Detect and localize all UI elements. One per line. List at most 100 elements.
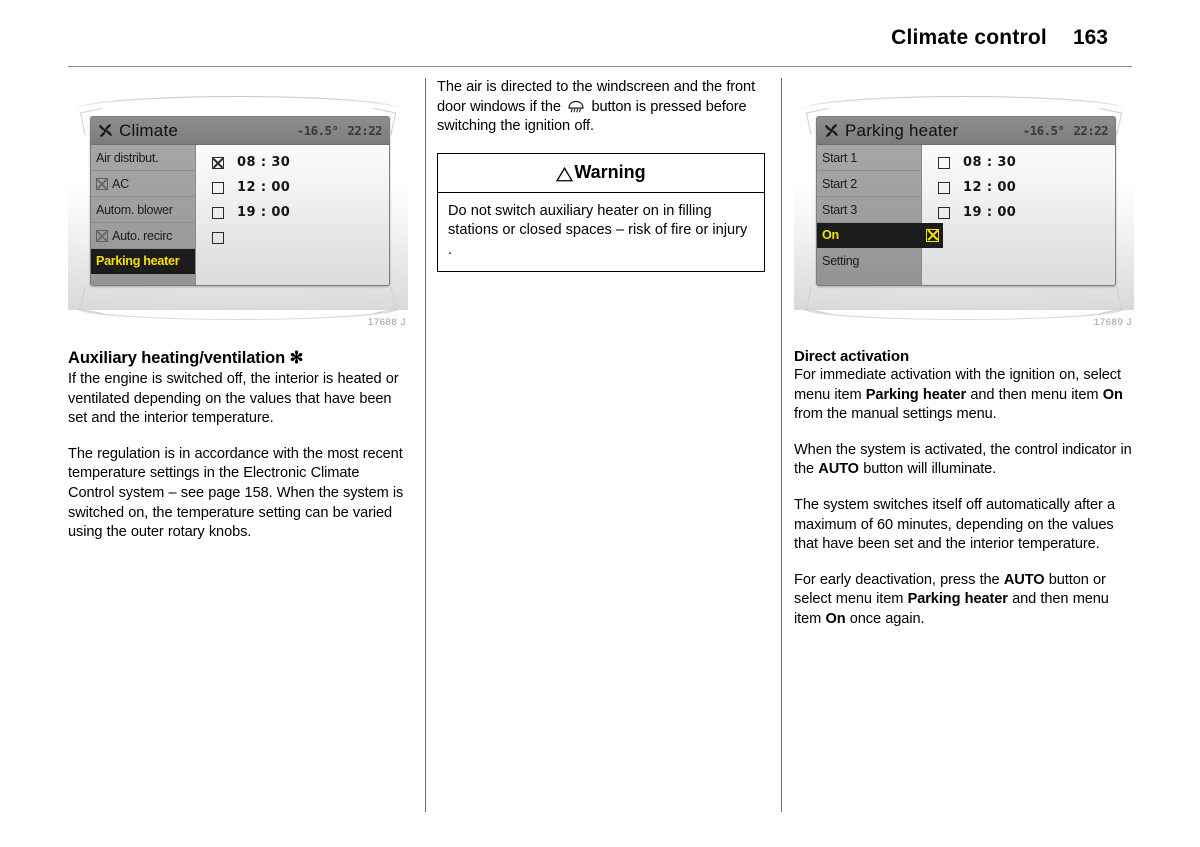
- fan-icon: [823, 122, 840, 139]
- climate-menu-list: Air distribut. AC Autom. blower Auto. re…: [91, 145, 196, 285]
- parking-heater-screen-title: Parking heater: [845, 120, 959, 140]
- timer-time: 08 : 30: [963, 155, 1017, 170]
- column-divider-2: [781, 78, 782, 812]
- menu-item-label: Setting: [822, 253, 860, 268]
- manual-page: Climate control 163 Climate -16.5° 22:22…: [0, 0, 1200, 847]
- climate-screen-body: Air distribut. AC Autom. blower Auto. re…: [91, 145, 389, 285]
- figure-corner-bottom-right: [368, 286, 397, 315]
- figure-climate-display: Climate -16.5° 22:22 Air distribut. AC A…: [68, 78, 408, 328]
- section-heading-direct-activation: Direct activation: [794, 348, 910, 365]
- climate-screen: Climate -16.5° 22:22 Air distribut. AC A…: [90, 116, 390, 286]
- menu-filler: [817, 274, 921, 285]
- timer-row[interactable]: 08 : 30: [922, 150, 1115, 175]
- page-title: Climate control: [891, 26, 1047, 49]
- checkbox-icon[interactable]: [212, 181, 224, 194]
- paragraph-auxiliary-heating-1: If the engine is switched off, the inter…: [68, 371, 399, 427]
- paragraph-direct-activation-3: The system switches itself off automatic…: [794, 496, 1116, 553]
- timer-row[interactable]: 12 : 00: [922, 175, 1115, 200]
- timer-row[interactable]: 12 : 00: [196, 175, 389, 200]
- menu-item-parking-heater[interactable]: Parking heater: [91, 249, 195, 274]
- warning-heading-label: Warning: [574, 161, 646, 182]
- menu-item-air-distribut[interactable]: Air distribut.: [91, 145, 195, 171]
- climate-temperature: -16.5°: [296, 123, 339, 138]
- checkbox-icon[interactable]: [938, 156, 950, 169]
- p2-auto-term: AUTO: [818, 461, 859, 478]
- timer-row[interactable]: 19 : 00: [922, 200, 1115, 225]
- timer-row[interactable]: 19 : 00: [196, 200, 389, 225]
- parking-heater-temperature: -16.5°: [1022, 123, 1065, 138]
- warning-box: Warning Do not switch auxiliary heater o…: [437, 152, 765, 272]
- checkbox-icon[interactable]: [212, 206, 224, 219]
- figure-parking-heater-display: Parking heater -16.5° 22:22 Start 1 Star…: [794, 78, 1134, 328]
- menu-item-label: Autom. blower: [96, 202, 173, 217]
- timer-time: 12 : 00: [237, 180, 291, 195]
- timer-row[interactable]: 08 : 30: [196, 150, 389, 175]
- climate-screen-title: Climate: [119, 120, 179, 140]
- page-number: 163: [1072, 26, 1108, 49]
- paragraph-direct-activation-4: For early deactivation, press the AUTO b…: [794, 571, 1134, 630]
- menu-filler: [91, 274, 195, 285]
- menu-item-label: AC: [112, 176, 129, 191]
- figure-arc-bottom: [78, 298, 398, 320]
- checkbox-icon[interactable]: [926, 228, 939, 242]
- p1-on-term: On: [1102, 386, 1123, 403]
- climate-clock: 22:22: [347, 123, 382, 138]
- timer-time: 12 : 00: [963, 180, 1017, 195]
- menu-item-setting[interactable]: Setting: [817, 248, 921, 274]
- parking-heater-clock: 22:22: [1073, 123, 1108, 138]
- parking-heater-timer-list: 08 : 30 12 : 00 19 : 00: [922, 145, 1115, 285]
- p1-parking-heater-term: Parking heater: [865, 386, 967, 403]
- figure-caption: 17689 J: [1093, 317, 1132, 328]
- menu-item-label: On: [822, 228, 839, 242]
- middle-column: The air is directed to the windscreen an…: [437, 78, 767, 272]
- p4-parking-heater-term: Parking heater: [907, 591, 1008, 608]
- p4-part-a: For early deactivation, press the: [794, 571, 1004, 588]
- section-heading-auxiliary-heating: Auxiliary heating/ventilation ✻: [68, 349, 304, 367]
- warning-heading: Warning: [438, 154, 764, 193]
- parking-heater-screen-body: Start 1 Start 2 Start 3 On Setting 08: …: [817, 145, 1115, 285]
- warning-body: Do not switch auxiliary heater on in fil…: [448, 202, 748, 258]
- warning-triangle-icon: [556, 166, 574, 182]
- menu-item-label: Parking heater: [96, 254, 180, 268]
- climate-timer-list: 08 : 30 12 : 00 19 : 00: [196, 145, 389, 285]
- paragraph-direct-activation-2: When the system is activated, the contro…: [794, 441, 1134, 480]
- menu-item-start-3[interactable]: Start 3: [817, 197, 921, 223]
- header-rule: [68, 66, 1132, 67]
- timer-row[interactable]: [196, 225, 389, 250]
- checkbox-icon[interactable]: [96, 229, 108, 242]
- checkbox-icon[interactable]: [938, 206, 950, 219]
- windscreen-defrost-icon: [566, 100, 586, 113]
- checkbox-icon[interactable]: [96, 177, 108, 190]
- p4-auto-term: AUTO: [1003, 571, 1045, 588]
- timer-time: 19 : 00: [963, 205, 1017, 220]
- parking-heater-menu-list: Start 1 Start 2 Start 3 On Setting: [817, 145, 943, 285]
- checkbox-icon[interactable]: [938, 181, 950, 194]
- paragraph-air-direction: The air is directed to the windscreen an…: [437, 78, 767, 137]
- menu-item-label: Start 3: [822, 202, 857, 217]
- figure-caption: 17688 J: [367, 317, 406, 328]
- menu-item-ac[interactable]: AC: [91, 171, 195, 197]
- climate-screen-header: Climate -16.5° 22:22: [91, 117, 389, 145]
- menu-item-on[interactable]: On: [817, 223, 943, 248]
- p4-on-term: On: [825, 610, 846, 627]
- checkbox-icon[interactable]: [212, 231, 224, 244]
- checkbox-icon[interactable]: [212, 156, 224, 169]
- header-inner: Climate control 163: [891, 26, 1108, 50]
- climate-screen-meta: -16.5° 22:22: [296, 123, 383, 138]
- parking-heater-screen-header: Parking heater -16.5° 22:22: [817, 117, 1115, 145]
- figure-corner-bottom-left: [79, 286, 108, 315]
- page-header: Climate control 163: [0, 26, 1200, 60]
- menu-item-autom-blower[interactable]: Autom. blower: [91, 197, 195, 223]
- menu-item-start-2[interactable]: Start 2: [817, 171, 921, 197]
- menu-item-label: Auto. recirc: [112, 228, 173, 243]
- paragraph-direct-activation-1: For immediate activation with the igniti…: [794, 366, 1134, 425]
- paragraph-auxiliary-heating-2: The regulation is in accordance with the…: [68, 445, 404, 541]
- menu-item-label: Start 2: [822, 176, 857, 191]
- p2-part-c: button will illuminate.: [858, 461, 997, 478]
- p4-part-g: once again.: [845, 610, 925, 627]
- parking-heater-screen: Parking heater -16.5° 22:22 Start 1 Star…: [816, 116, 1116, 286]
- fan-icon: [97, 122, 114, 139]
- menu-item-start-1[interactable]: Start 1: [817, 145, 921, 171]
- timer-time: 19 : 00: [237, 205, 291, 220]
- menu-item-auto-recirc[interactable]: Auto. recirc: [91, 223, 195, 249]
